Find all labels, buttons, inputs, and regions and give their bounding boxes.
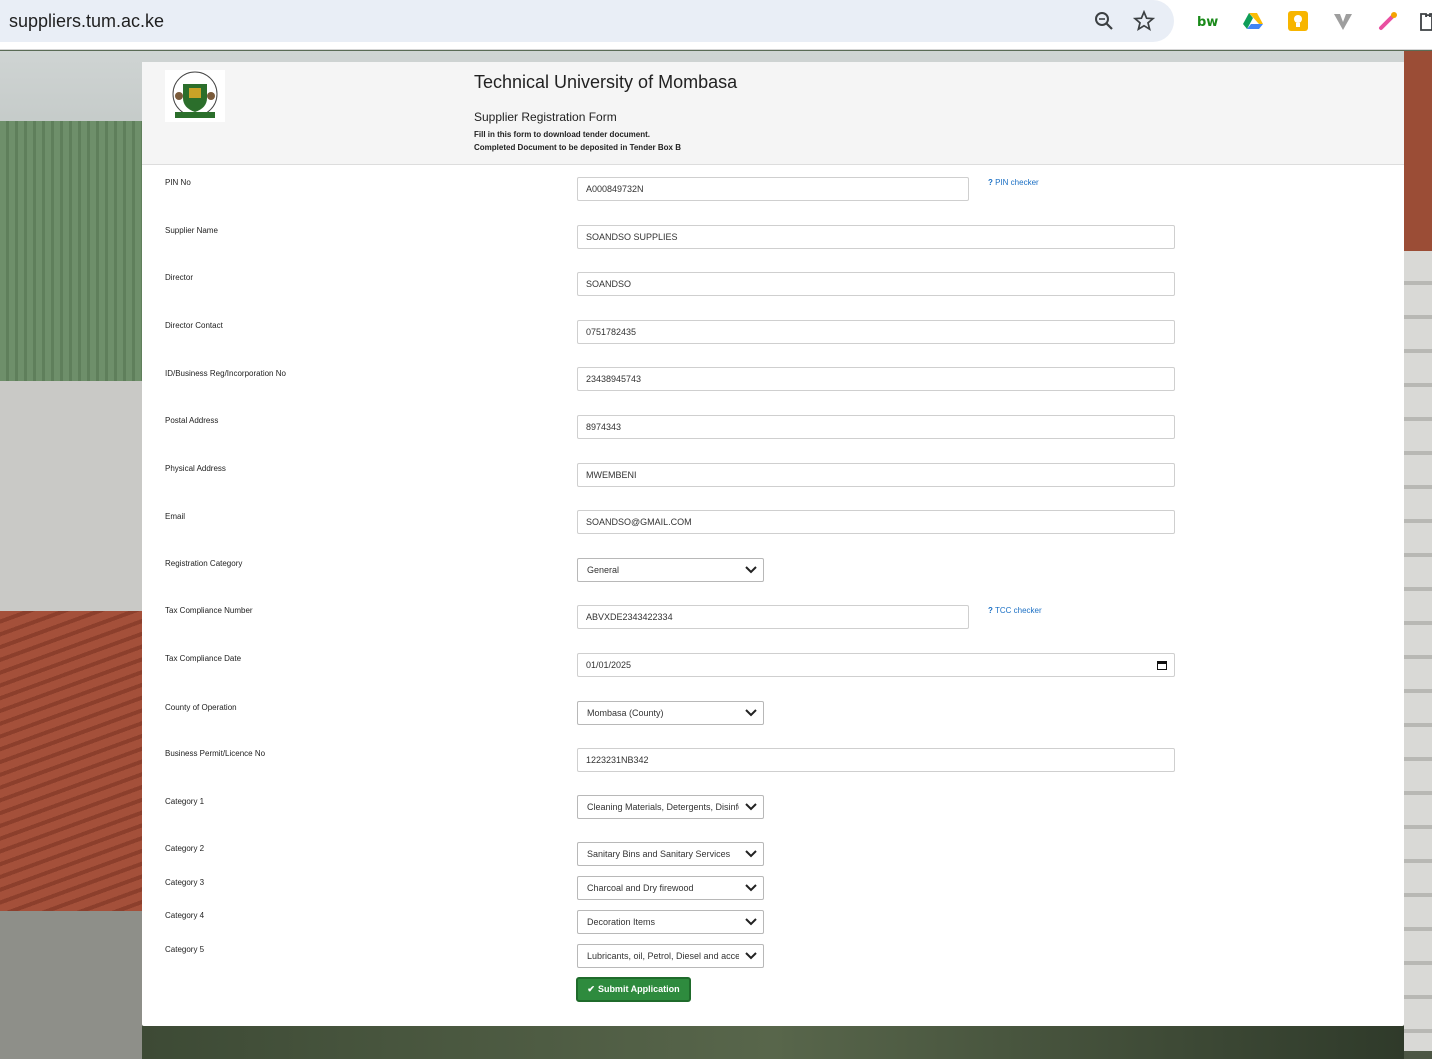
category-2-value: Sanitary Bins and Sanitary Services xyxy=(587,849,731,859)
pin-checker-link[interactable]: ? PIN checker xyxy=(988,178,1039,187)
svg-text:bw: bw xyxy=(1197,15,1218,30)
google-drive-icon[interactable] xyxy=(1242,10,1264,32)
id-reg-input[interactable]: 23438945743 xyxy=(577,367,1175,391)
tcd-value: 01/01/2025 xyxy=(586,660,632,670)
permit-input[interactable]: 1223231NB342 xyxy=(577,748,1175,772)
category-4-select[interactable]: Decoration Items xyxy=(577,910,764,934)
submit-application-button[interactable]: ✔ Submit Application xyxy=(576,977,691,1002)
registration-category-value: General xyxy=(587,565,620,575)
check-icon: ✔ xyxy=(587,984,595,994)
bg-ground xyxy=(0,911,142,1059)
bg-right-roof xyxy=(1404,51,1432,251)
help-icon: ? xyxy=(988,606,993,615)
url-text[interactable]: suppliers.tum.ac.ke xyxy=(9,11,164,32)
id-reg-label: ID/Business Reg/Incorporation No xyxy=(165,369,286,378)
category-5-label: Category 5 xyxy=(165,945,205,954)
supplier-name-label: Supplier Name xyxy=(165,226,218,235)
registration-card: Technical University of Mombasa Supplier… xyxy=(142,62,1404,1026)
physical-address-input[interactable]: MWEMBENI xyxy=(577,463,1175,487)
zoom-icon[interactable] xyxy=(1093,10,1115,32)
category-1-value: Cleaning Materials, Detergents, Disinfec… xyxy=(587,802,739,812)
bg-right-wall xyxy=(1404,251,1432,1051)
pin-input[interactable]: A000849732N xyxy=(577,177,969,201)
county-value: Mombasa (County) xyxy=(587,708,664,718)
tcn-input[interactable]: ABVXDE2343422334 xyxy=(577,605,969,629)
chevron-down-icon xyxy=(745,952,757,960)
card-header: Technical University of Mombasa Supplier… xyxy=(142,62,1404,165)
keep-icon[interactable] xyxy=(1287,10,1309,32)
color-picker-icon[interactable] xyxy=(1377,10,1399,32)
bg-trees xyxy=(142,1026,1404,1059)
bg-wall xyxy=(0,381,142,631)
chevron-down-icon xyxy=(745,884,757,892)
extensions-puzzle-icon[interactable] xyxy=(1418,10,1432,32)
bg-roof-red xyxy=(0,611,142,911)
tcd-label: Tax Compliance Date xyxy=(165,654,242,663)
page-title: Technical University of Mombasa xyxy=(474,72,738,92)
county-label: County of Operation xyxy=(165,703,237,712)
university-logo xyxy=(165,70,225,122)
category-3-label: Category 3 xyxy=(165,878,205,887)
county-select[interactable]: Mombasa (County) xyxy=(577,701,764,725)
browser-toolbar: suppliers.tum.ac.ke bw xyxy=(0,0,1432,50)
director-input[interactable]: SOANDSO xyxy=(577,272,1175,296)
form-subtitle: Supplier Registration Form xyxy=(474,110,617,124)
registration-category-label: Registration Category xyxy=(165,559,243,568)
vivaldi-icon[interactable] xyxy=(1332,10,1354,32)
instruction-note-1: Fill in this form to download tender doc… xyxy=(474,130,650,139)
category-1-label: Category 1 xyxy=(165,797,205,806)
director-contact-input[interactable]: 0751782435 xyxy=(577,320,1175,344)
chevron-down-icon xyxy=(745,850,757,858)
postal-address-input[interactable]: 8974343 xyxy=(577,415,1175,439)
email-label: Email xyxy=(165,512,186,521)
tcn-label: Tax Compliance Number xyxy=(165,606,253,615)
chevron-down-icon xyxy=(745,803,757,811)
category-4-value: Decoration Items xyxy=(587,917,656,927)
postal-address-label: Postal Address xyxy=(165,416,219,425)
help-icon: ? xyxy=(988,178,993,187)
tcd-date-input[interactable]: 01/01/2025 xyxy=(577,653,1175,677)
category-3-value: Charcoal and Dry firewood xyxy=(587,883,694,893)
category-1-select[interactable]: Cleaning Materials, Detergents, Disinfec… xyxy=(577,795,764,819)
tcc-checker-link[interactable]: ? TCC checker xyxy=(988,606,1042,615)
bookmark-star-icon[interactable] xyxy=(1132,9,1156,32)
address-bar[interactable]: suppliers.tum.ac.ke xyxy=(0,0,1174,42)
director-contact-label: Director Contact xyxy=(165,321,223,330)
physical-address-label: Physical Address xyxy=(165,464,226,473)
permit-label: Business Permit/Licence No xyxy=(165,749,266,758)
pin-label: PIN No xyxy=(165,178,191,187)
supplier-name-input[interactable]: SOANDSO SUPPLIES xyxy=(577,225,1175,249)
chevron-down-icon xyxy=(745,566,757,574)
chevron-down-icon xyxy=(745,709,757,717)
category-4-label: Category 4 xyxy=(165,911,205,920)
category-3-select[interactable]: Charcoal and Dry firewood xyxy=(577,876,764,900)
bw-icon[interactable]: bw xyxy=(1196,10,1218,32)
submit-label: Submit Application xyxy=(597,984,680,994)
pin-checker-label: PIN checker xyxy=(995,178,1039,187)
chevron-down-icon xyxy=(745,918,757,926)
category-5-value: Lubricants, oil, Petrol, Diesel and acce… xyxy=(587,951,739,961)
registration-category-select[interactable]: General xyxy=(577,558,764,582)
director-label: Director xyxy=(165,273,194,282)
tcc-checker-label: TCC checker xyxy=(994,606,1042,615)
category-5-select[interactable]: Lubricants, oil, Petrol, Diesel and acce… xyxy=(577,944,764,968)
bg-roof-green xyxy=(0,121,142,401)
instruction-note-2: Completed Document to be deposited in Te… xyxy=(474,143,681,152)
category-2-select[interactable]: Sanitary Bins and Sanitary Services xyxy=(577,842,764,866)
calendar-icon[interactable] xyxy=(1157,660,1167,670)
email-input[interactable]: SOANDSO@GMAIL.COM xyxy=(577,510,1175,534)
category-2-label: Category 2 xyxy=(165,844,205,853)
